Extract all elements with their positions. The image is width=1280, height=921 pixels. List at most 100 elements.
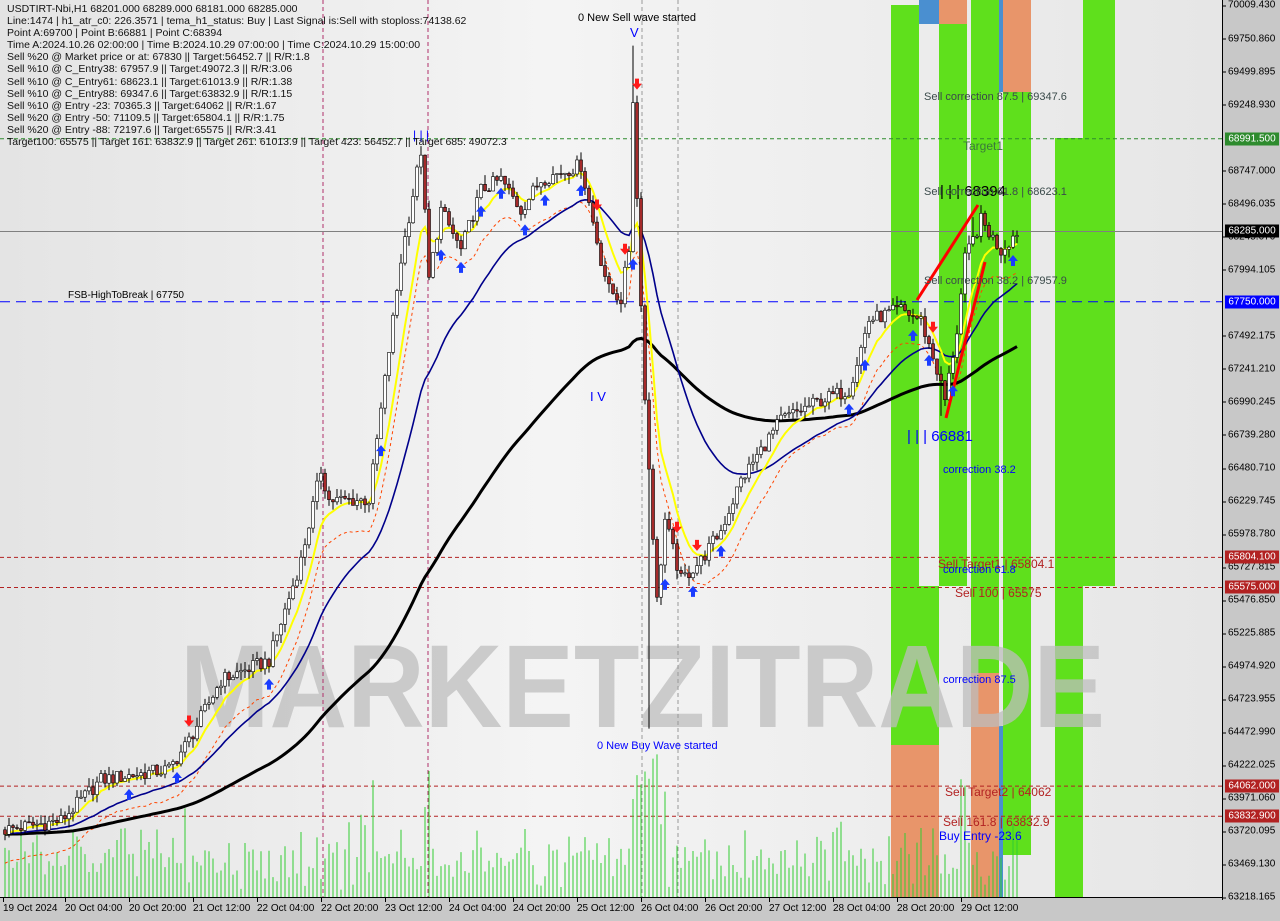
candle-body bbox=[55, 819, 59, 823]
candle-body bbox=[35, 823, 39, 826]
candle-body bbox=[611, 283, 615, 294]
candle-body bbox=[347, 498, 351, 500]
candle-body bbox=[87, 786, 91, 792]
candle-body bbox=[467, 220, 471, 233]
price-tick-label: 64723.955 bbox=[1221, 693, 1276, 705]
candle-body bbox=[731, 503, 735, 514]
candle-body bbox=[691, 572, 695, 579]
price-level-badge: 67750.000 bbox=[1225, 295, 1279, 309]
candle-body bbox=[335, 497, 339, 503]
candle-body bbox=[571, 173, 575, 177]
candle-body bbox=[523, 209, 527, 215]
candle-body bbox=[643, 305, 647, 401]
candle-body bbox=[143, 772, 147, 779]
candle-body bbox=[215, 687, 219, 698]
candle-body bbox=[43, 823, 47, 831]
candle-body bbox=[431, 252, 435, 278]
candle-body bbox=[319, 472, 323, 482]
price-tick-label: 70009.430 bbox=[1221, 0, 1276, 11]
candle-body bbox=[551, 174, 555, 184]
candle-body bbox=[855, 365, 859, 383]
candle-body bbox=[411, 196, 415, 224]
sell-1618-label: Sell 161.8 | 63832.9 bbox=[943, 815, 1050, 829]
candle-body bbox=[991, 234, 995, 238]
candle-body bbox=[1003, 248, 1007, 256]
candle-body bbox=[271, 640, 275, 667]
candle-body bbox=[39, 823, 43, 825]
candle-body bbox=[663, 518, 667, 566]
time-tick-label: 23 Oct 12:00 bbox=[385, 898, 443, 914]
price-tick-label: 67994.105 bbox=[1221, 264, 1276, 276]
price-tick-label: 65476.850 bbox=[1221, 594, 1276, 606]
candle-body bbox=[567, 172, 571, 177]
candle-body bbox=[47, 820, 51, 831]
candle-body bbox=[595, 221, 599, 244]
candle-body bbox=[403, 236, 407, 264]
candle-body bbox=[175, 761, 179, 765]
candle-body bbox=[75, 796, 79, 813]
signal-zone bbox=[1055, 138, 1083, 897]
price-tick-label: 66739.280 bbox=[1221, 429, 1276, 441]
candle-body bbox=[251, 660, 255, 672]
candle-body bbox=[295, 579, 299, 587]
candle-body bbox=[499, 175, 503, 181]
price-tick-label: 68496.035 bbox=[1221, 198, 1276, 210]
candle-body bbox=[659, 564, 663, 598]
candle-body bbox=[199, 710, 203, 727]
candle-body bbox=[703, 555, 707, 561]
price-tick-label: 66229.745 bbox=[1221, 495, 1276, 507]
info-line: USDTIRT-Nbi,H1 68201.000 68289.000 68181… bbox=[7, 3, 298, 15]
buy-arrow-icon bbox=[540, 194, 550, 206]
price-tick-label: 64472.990 bbox=[1221, 726, 1276, 738]
candle-body bbox=[879, 310, 883, 323]
candle-body bbox=[655, 539, 659, 598]
candle-body bbox=[695, 565, 699, 574]
candle-body bbox=[527, 199, 531, 211]
candle-body bbox=[651, 468, 655, 540]
candle-body bbox=[519, 206, 523, 215]
candle-body bbox=[379, 407, 383, 439]
candle-body bbox=[423, 154, 427, 210]
candle-body bbox=[871, 319, 875, 322]
candle-body bbox=[503, 175, 507, 185]
candle-body bbox=[727, 513, 731, 525]
candle-body bbox=[539, 182, 543, 188]
signal-zone bbox=[999, 0, 1003, 92]
candle-body bbox=[135, 775, 139, 778]
candle-body bbox=[79, 796, 83, 799]
candle-body bbox=[891, 304, 895, 311]
time-axis[interactable]: 19 Oct 2024 20 Oct 04:00 20 Oct 20:00 21 Oc… bbox=[0, 897, 1222, 921]
candle-body bbox=[383, 375, 387, 409]
candle-body bbox=[967, 243, 971, 254]
candle-body bbox=[479, 184, 483, 198]
candle-body bbox=[239, 670, 243, 673]
candle-body bbox=[511, 187, 515, 197]
candle-body bbox=[483, 184, 487, 191]
candle-body bbox=[183, 741, 187, 753]
price-chart[interactable]: MARKETZITRADE USDTIRT-Nbi,H1 68201.000 6… bbox=[0, 0, 1222, 897]
candle-body bbox=[455, 233, 459, 241]
info-line: Sell %10 @ C_Entry61: 68623.1 || Target:… bbox=[7, 75, 293, 88]
time-tick-label: 29 Oct 12:00 bbox=[961, 898, 1019, 914]
candle-body bbox=[723, 524, 727, 531]
candle-body bbox=[751, 461, 755, 465]
candle-body bbox=[607, 276, 611, 285]
candle-body bbox=[903, 304, 907, 311]
candle-body bbox=[559, 173, 563, 175]
price-axis[interactable]: 70009.430 69750.860 69499.895 69248.930 6874… bbox=[1221, 0, 1280, 903]
price-tick-label: 64974.920 bbox=[1221, 660, 1276, 672]
candle-body bbox=[535, 185, 539, 188]
candle-body bbox=[355, 500, 359, 506]
candle-body bbox=[203, 704, 207, 712]
candle-body bbox=[399, 262, 403, 291]
candle-body bbox=[99, 773, 103, 783]
buy-wave-label: 0 New Buy Wave started bbox=[597, 740, 718, 752]
candle-body bbox=[187, 736, 191, 743]
candle-body bbox=[787, 412, 791, 415]
buy-entry-label: Buy Entry -23.6 bbox=[939, 829, 1022, 843]
candle-body bbox=[515, 196, 519, 207]
candle-body bbox=[1015, 235, 1019, 237]
price-tick-label: 64222.025 bbox=[1221, 759, 1276, 771]
candle-body bbox=[623, 266, 627, 305]
price-level-badge: 68991.500 bbox=[1225, 132, 1279, 146]
